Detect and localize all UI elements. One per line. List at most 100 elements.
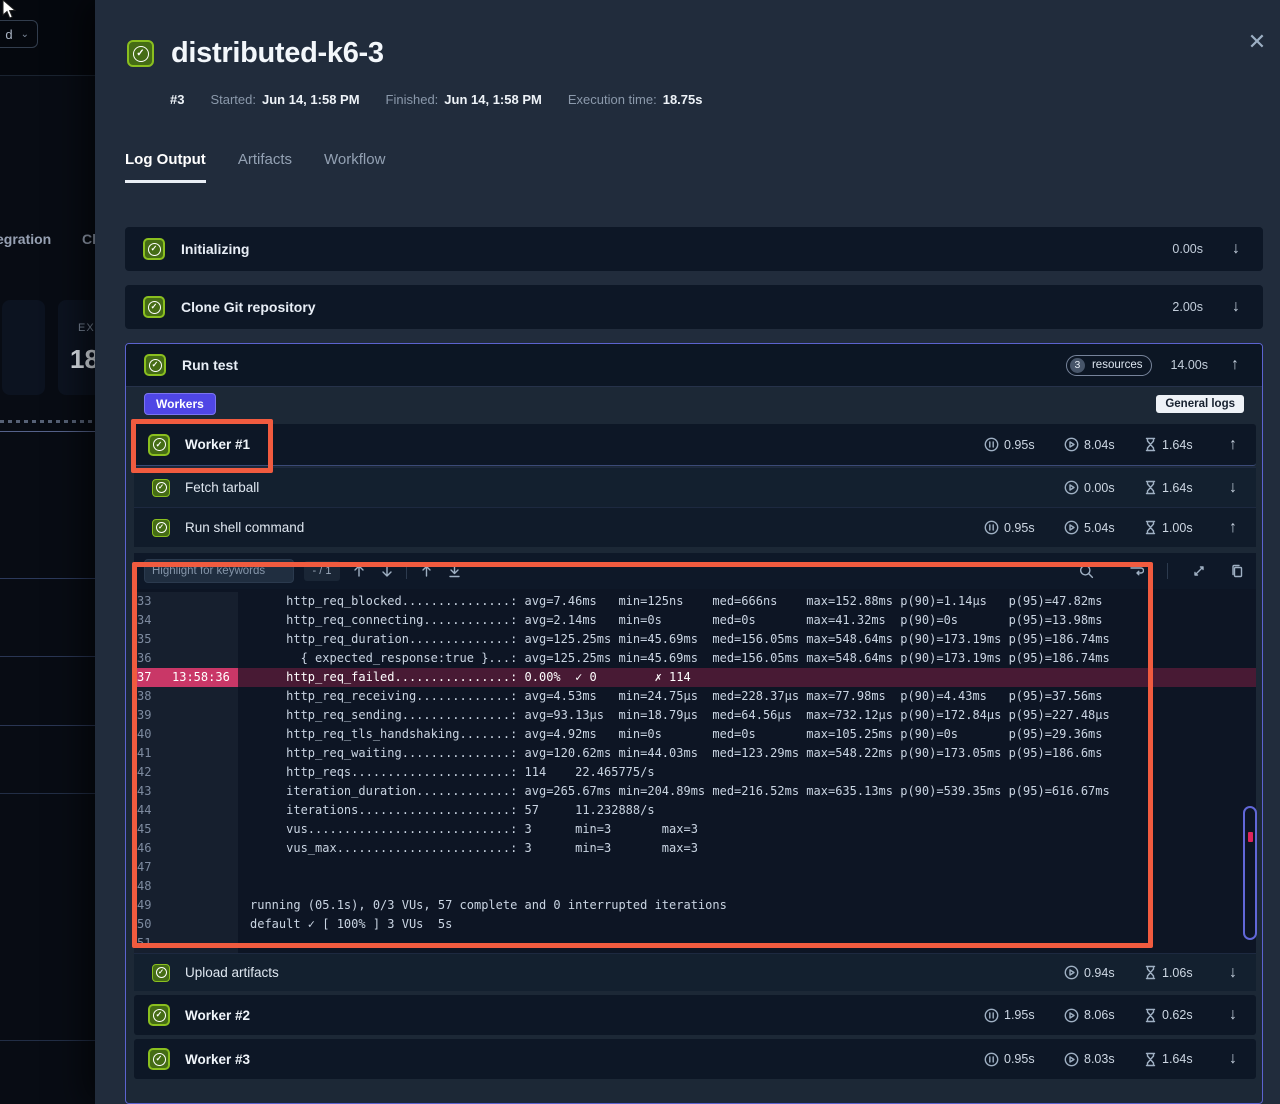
terminal-lines[interactable]: 33 http_req_blocked...............: avg=… bbox=[134, 589, 1256, 953]
step-worker-2[interactable]: ✓ Worker #2 1.95s 8.06s 0.62s ↓ bbox=[134, 995, 1256, 1035]
play-circle-icon bbox=[1064, 1008, 1079, 1023]
page-title: distributed-k6-3 bbox=[171, 37, 384, 70]
run-test-header[interactable]: ✓ Run test 3 resources 14.00s ↑ bbox=[126, 344, 1262, 387]
highlight-keywords-input[interactable] bbox=[144, 559, 294, 583]
general-logs-button[interactable]: General logs bbox=[1156, 395, 1244, 413]
wrap-lines-icon[interactable] bbox=[1127, 562, 1145, 580]
log-line-timestamp bbox=[158, 877, 172, 896]
log-line-timestamp bbox=[158, 934, 172, 953]
divider bbox=[1167, 563, 1168, 579]
run-number: #3 bbox=[170, 92, 184, 107]
background-tab-fragment[interactable]: egration bbox=[0, 231, 51, 247]
step-fetch-tarball[interactable]: ✓ Fetch tarball 0.00s 1.64s ↓ bbox=[134, 467, 1256, 507]
step-label: Worker #3 bbox=[185, 1052, 250, 1067]
scroll-to-top-icon[interactable] bbox=[417, 562, 435, 580]
hourglass-icon bbox=[1144, 520, 1157, 535]
fullscreen-icon[interactable] bbox=[1190, 562, 1208, 580]
play-circle-icon bbox=[1064, 965, 1079, 980]
workers-filter-badge[interactable]: Workers bbox=[144, 393, 216, 415]
play-circle-icon bbox=[1064, 480, 1079, 495]
wall-time: 1.64s bbox=[1144, 480, 1216, 495]
log-line: 34 http_req_connecting............: avg=… bbox=[134, 611, 1256, 630]
expand-arrow-icon[interactable]: ↓ bbox=[1224, 479, 1242, 497]
log-line-gutter: 38 bbox=[134, 687, 238, 706]
success-status-icon: ✓ bbox=[148, 1048, 170, 1070]
log-line: 47 bbox=[134, 858, 1256, 877]
expand-arrow-icon[interactable]: ↓ bbox=[1224, 964, 1242, 982]
resources-badge[interactable]: 3 resources bbox=[1066, 355, 1153, 376]
collapse-arrow-icon[interactable]: ↑ bbox=[1224, 436, 1242, 454]
log-line-gutter: 43 bbox=[134, 782, 238, 801]
log-line-timestamp bbox=[158, 820, 172, 839]
expand-arrow-icon[interactable]: ↓ bbox=[1224, 1006, 1242, 1024]
tab-workflow[interactable]: Workflow bbox=[324, 151, 385, 183]
step-label: Worker #1 bbox=[185, 437, 250, 452]
log-line-text: default ✓ [ 100% ] 3 VUs 5s bbox=[238, 915, 452, 934]
section-label: Run test bbox=[182, 357, 238, 373]
log-line-timestamp bbox=[158, 630, 172, 649]
expand-arrow-icon[interactable]: ↓ bbox=[1227, 298, 1245, 316]
log-line-gutter: 35 bbox=[134, 630, 238, 649]
step-run-shell-command[interactable]: ✓ Run shell command 0.95s 5.04s 1.00s bbox=[134, 507, 1256, 547]
background-dropdown-fragment[interactable]: d ⌄ bbox=[0, 20, 38, 48]
play-circle-icon bbox=[1064, 1052, 1079, 1067]
scroll-to-bottom-icon[interactable] bbox=[445, 562, 463, 580]
step-label: Worker #2 bbox=[185, 1008, 250, 1023]
log-line-number: 39 bbox=[134, 706, 158, 725]
collapse-arrow-icon[interactable]: ↑ bbox=[1226, 356, 1244, 374]
pause-circle-icon bbox=[984, 520, 999, 535]
tab-bar: Log Output Artifacts Workflow bbox=[125, 151, 385, 183]
terminal-scrollbar[interactable] bbox=[1243, 806, 1257, 940]
search-icon[interactable] bbox=[1077, 562, 1095, 580]
terminal-toolbar: - / 1 bbox=[134, 553, 1256, 589]
step-worker-1[interactable]: ✓ Worker #1 0.95s 8.04s 1.64s ↑ bbox=[134, 424, 1256, 466]
log-line: 43 iteration_duration.............: avg=… bbox=[134, 782, 1256, 801]
log-line-number: 34 bbox=[134, 611, 158, 630]
resources-count: 3 bbox=[1070, 358, 1085, 373]
step-worker-3[interactable]: ✓ Worker #3 0.95s 8.03s 1.64s ↓ bbox=[134, 1039, 1256, 1079]
section-duration: 2.00s bbox=[1172, 300, 1203, 314]
log-line-timestamp bbox=[158, 915, 172, 934]
close-icon[interactable]: ✕ bbox=[1243, 28, 1271, 56]
pause-circle-icon bbox=[984, 437, 999, 452]
previous-match-icon[interactable] bbox=[350, 562, 368, 580]
job-detail-modal: ✓ distributed-k6-3 ✕ #3 Started: Jun 14, … bbox=[95, 0, 1280, 1104]
success-status-icon: ✓ bbox=[152, 519, 170, 537]
copy-icon[interactable] bbox=[1228, 562, 1246, 580]
log-line-text: vus............................: 3 min=3… bbox=[238, 820, 698, 839]
stat-card-label: EX bbox=[78, 322, 95, 334]
started-label: Started: bbox=[210, 92, 256, 107]
log-line-text: running (05.1s), 0/3 VUs, 57 complete an… bbox=[238, 896, 727, 915]
expand-arrow-icon[interactable]: ↓ bbox=[1227, 240, 1245, 258]
pause-circle-icon bbox=[984, 1052, 999, 1067]
next-match-icon[interactable] bbox=[378, 562, 396, 580]
play-circle-icon bbox=[1064, 520, 1079, 535]
log-line-number: 36 bbox=[134, 649, 158, 668]
highlight-keywords-field[interactable] bbox=[152, 565, 306, 577]
log-line-gutter: 44 bbox=[134, 801, 238, 820]
expand-arrow-icon[interactable]: ↓ bbox=[1224, 1050, 1242, 1068]
log-line-number: 37 bbox=[134, 668, 158, 687]
log-line-text: http_req_duration..............: avg=125… bbox=[238, 630, 1110, 649]
run-time: 0.00s bbox=[1064, 480, 1144, 495]
tab-log-output[interactable]: Log Output bbox=[125, 151, 206, 183]
collapse-arrow-icon[interactable]: ↑ bbox=[1224, 519, 1242, 537]
section-initializing[interactable]: ✓ Initializing 0.00s ↓ bbox=[125, 227, 1263, 271]
log-line-timestamp bbox=[158, 687, 172, 706]
background-tab-fragment[interactable]: Cl bbox=[82, 231, 96, 247]
log-line-text bbox=[238, 858, 250, 877]
log-line-timestamp bbox=[158, 839, 172, 858]
section-clone-git[interactable]: ✓ Clone Git repository 2.00s ↓ bbox=[125, 285, 1263, 329]
background-stat-card bbox=[2, 300, 45, 395]
log-line-gutter: 51 bbox=[134, 934, 238, 953]
hourglass-icon bbox=[1144, 965, 1157, 980]
scrollbar-highlight-marker bbox=[1248, 832, 1253, 842]
hourglass-icon bbox=[1144, 437, 1157, 452]
tab-artifacts[interactable]: Artifacts bbox=[238, 151, 292, 183]
success-status-icon: ✓ bbox=[148, 1004, 170, 1026]
chevron-down-icon: ⌄ bbox=[21, 29, 29, 40]
started-value: Jun 14, 1:58 PM bbox=[262, 92, 360, 107]
step-upload-artifacts[interactable]: ✓ Upload artifacts 0.94s 1.06s ↓ bbox=[134, 953, 1256, 991]
wall-time: 1.64s bbox=[1144, 1052, 1216, 1067]
log-line-text bbox=[238, 877, 250, 896]
